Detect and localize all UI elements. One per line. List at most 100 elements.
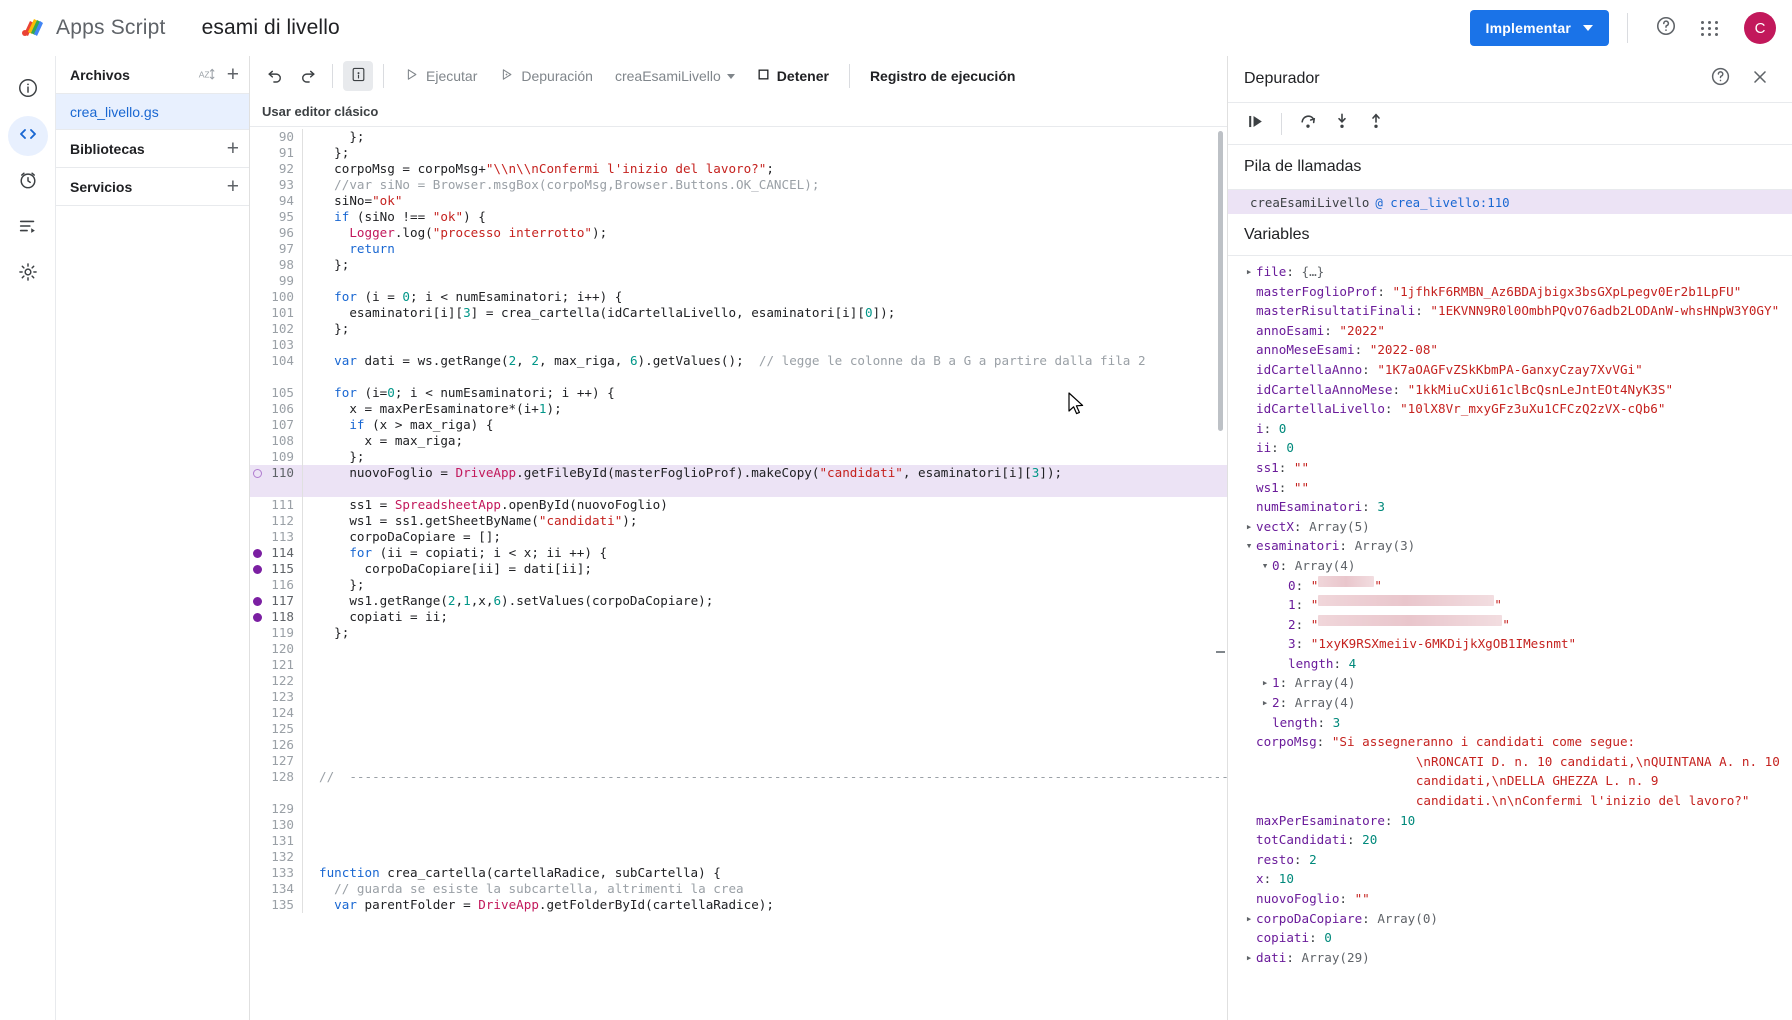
variable-row[interactable]: length: 3 bbox=[1228, 713, 1792, 733]
code-line[interactable]: 126 bbox=[250, 737, 1227, 753]
line-number[interactable]: 121 bbox=[250, 657, 302, 673]
help-button[interactable] bbox=[1646, 8, 1686, 48]
code-text[interactable]: corpoMsg = corpoMsg+"\\n\\nConfermi l'in… bbox=[311, 161, 1227, 177]
breakpoint-dot[interactable] bbox=[253, 565, 262, 574]
editor-scrollbar[interactable] bbox=[1215, 127, 1225, 1020]
code-line[interactable]: 122 bbox=[250, 673, 1227, 689]
code-line[interactable]: 114 for (ii = copiati; i < x; ii ++) { bbox=[250, 545, 1227, 561]
sidebar-item-editor[interactable] bbox=[7, 116, 48, 156]
code-text[interactable]: ss1 = SpreadsheetApp.openById(nuovoFogli… bbox=[311, 497, 1227, 513]
code-line[interactable]: 129 bbox=[250, 801, 1227, 817]
project-title[interactable]: esami di livello bbox=[202, 16, 340, 40]
line-number[interactable]: 96 bbox=[250, 225, 302, 241]
code-line[interactable]: 124 bbox=[250, 705, 1227, 721]
variable-row[interactable]: idCartellaAnnoMese: "1kkMiuCxUi61clBcQsn… bbox=[1228, 380, 1792, 400]
line-number[interactable]: 111 bbox=[250, 497, 302, 513]
variable-row[interactable]: ws1: "" bbox=[1228, 478, 1792, 498]
breakpoint-dot[interactable] bbox=[253, 597, 262, 606]
variable-row[interactable]: ii: 0 bbox=[1228, 438, 1792, 458]
brand-area[interactable]: Apps Script bbox=[18, 14, 166, 42]
line-number[interactable]: 109 bbox=[250, 449, 302, 465]
expander-collapsed-icon[interactable]: ▸ bbox=[1258, 693, 1272, 713]
variable-row[interactable]: ▸ dati: Array(29) bbox=[1228, 948, 1792, 968]
code-line[interactable]: 109 }; bbox=[250, 449, 1227, 465]
step-over-button[interactable] bbox=[1293, 109, 1323, 139]
line-number[interactable]: 113 bbox=[250, 529, 302, 545]
line-number[interactable]: 100 bbox=[250, 289, 302, 305]
code-line[interactable]: 117 ws1.getRange(2,1,x,6).setValues(corp… bbox=[250, 593, 1227, 609]
code-line[interactable]: 104 var dati = ws.getRange(2, 2, max_rig… bbox=[250, 353, 1227, 385]
step-into-button[interactable] bbox=[1327, 109, 1357, 139]
code-line[interactable]: 130 bbox=[250, 817, 1227, 833]
code-text[interactable]: Logger.log("processo interrotto"); bbox=[311, 225, 1227, 241]
add-file-button[interactable]: + bbox=[227, 64, 239, 85]
code-line[interactable]: 94 siNo="ok" bbox=[250, 193, 1227, 209]
expander-collapsed-icon[interactable]: ▸ bbox=[1242, 262, 1256, 282]
redo-button[interactable] bbox=[292, 61, 322, 91]
code-line[interactable]: 133 function crea_cartella(cartellaRadice… bbox=[250, 865, 1227, 881]
debug-button[interactable]: Depuración bbox=[489, 61, 603, 91]
sort-az-icon[interactable]: AZ bbox=[198, 66, 215, 83]
debugger-help-button[interactable] bbox=[1700, 59, 1740, 99]
expander-expanded-icon[interactable]: ▾ bbox=[1242, 536, 1256, 556]
scroll-thumb[interactable] bbox=[1218, 131, 1223, 431]
variable-row[interactable]: ▸ 1: Array(4) bbox=[1228, 673, 1792, 693]
variable-row[interactable]: length: 4 bbox=[1228, 654, 1792, 674]
line-number[interactable]: 93 bbox=[250, 177, 302, 193]
code-line[interactable]: 118 copiati = ii; bbox=[250, 609, 1227, 625]
file-item-crea-livello[interactable]: crea_livello.gs bbox=[56, 94, 249, 130]
run-button[interactable]: Ejecutar bbox=[394, 61, 487, 91]
code-text[interactable]: corpoDaCopiare[ii] = dati[ii]; bbox=[311, 561, 1227, 577]
code-line[interactable]: 132 bbox=[250, 849, 1227, 865]
line-number[interactable]: 130 bbox=[250, 817, 302, 833]
step-out-button[interactable] bbox=[1361, 109, 1391, 139]
variable-row[interactable]: 2: " " bbox=[1228, 614, 1792, 635]
expander-collapsed-icon[interactable]: ▸ bbox=[1242, 909, 1256, 929]
code-line[interactable]: 99 bbox=[250, 273, 1227, 289]
sidebar-item-settings[interactable] bbox=[8, 254, 48, 294]
line-number[interactable]: 116 bbox=[250, 577, 302, 593]
deploy-button[interactable]: Implementar bbox=[1469, 10, 1609, 46]
code-text[interactable]: function crea_cartella(cartellaRadice, s… bbox=[311, 865, 1227, 881]
line-number[interactable]: 103 bbox=[250, 337, 302, 353]
code-line[interactable]: 93 //var siNo = Browser.msgBox(corpoMsg,… bbox=[250, 177, 1227, 193]
code-line[interactable]: 103 bbox=[250, 337, 1227, 353]
variable-row[interactable]: ss1: "" bbox=[1228, 458, 1792, 478]
undo-button[interactable] bbox=[260, 61, 290, 91]
variable-row[interactable]: corpoMsg: "Si assegneranno i candidati c… bbox=[1228, 732, 1792, 810]
code-line[interactable]: 108 x = max_riga; bbox=[250, 433, 1227, 449]
stop-button[interactable]: Detener bbox=[747, 61, 839, 91]
google-apps-button[interactable] bbox=[1690, 8, 1730, 48]
variable-row[interactable]: copiati: 0 bbox=[1228, 928, 1792, 948]
code-text[interactable]: ws1.getRange(2,1,x,6).setValues(corpoDaC… bbox=[311, 593, 1227, 609]
code-text[interactable]: x = maxPerEsaminatore*(i+1); bbox=[311, 401, 1227, 417]
code-text[interactable]: corpoDaCopiare = []; bbox=[311, 529, 1227, 545]
variable-row[interactable]: idCartellaAnno: "1K7aOAGFvZSkKbmPA-Ganxy… bbox=[1228, 360, 1792, 380]
line-number[interactable]: 102 bbox=[250, 321, 302, 337]
line-number[interactable]: 90 bbox=[250, 129, 302, 145]
breakpoint-dot[interactable] bbox=[253, 549, 262, 558]
code-text[interactable]: return bbox=[311, 241, 1227, 257]
code-line[interactable]: 120 bbox=[250, 641, 1227, 657]
line-number[interactable]: 98 bbox=[250, 257, 302, 273]
line-number[interactable]: 126 bbox=[250, 737, 302, 753]
variable-row[interactable]: ▸ file: {…} bbox=[1228, 262, 1792, 282]
variable-row[interactable]: resto: 2 bbox=[1228, 850, 1792, 870]
code-lines[interactable]: 90 }; 91 }; 92 corpoMsg = corpoMsg+"\\n\\n… bbox=[250, 127, 1227, 1020]
line-number[interactable]: 132 bbox=[250, 849, 302, 865]
function-selector[interactable]: creaEsamiLivello bbox=[605, 61, 745, 91]
line-number[interactable]: 105 bbox=[250, 385, 302, 401]
variable-row[interactable]: i: 0 bbox=[1228, 419, 1792, 439]
variable-row[interactable]: 3: "1xyK9RSXmeiiv-6MKDijkXgOB1IMesnmt" bbox=[1228, 634, 1792, 654]
save-button[interactable] bbox=[343, 61, 373, 91]
expander-collapsed-icon[interactable]: ▸ bbox=[1242, 948, 1256, 968]
code-text[interactable]: nuovoFoglio = DriveApp.getFileById(maste… bbox=[311, 465, 1227, 481]
line-number[interactable]: 124 bbox=[250, 705, 302, 721]
line-number[interactable]: 117 bbox=[250, 593, 302, 609]
line-number[interactable]: 135 bbox=[250, 897, 302, 913]
line-number[interactable]: 94 bbox=[250, 193, 302, 209]
line-number[interactable]: 122 bbox=[250, 673, 302, 689]
code-text[interactable]: // guarda se esiste la subcartella, altr… bbox=[311, 881, 1227, 897]
code-line[interactable]: 134 // guarda se esiste la subcartella, … bbox=[250, 881, 1227, 897]
line-number[interactable]: 119 bbox=[250, 625, 302, 641]
